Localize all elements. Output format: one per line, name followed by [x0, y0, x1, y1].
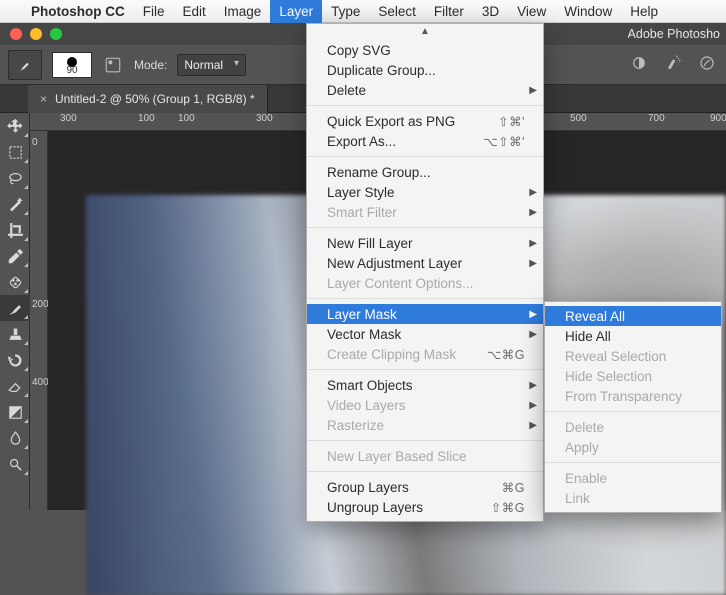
tools-panel: [0, 113, 30, 510]
menu-item-new-layer-based-slice: New Layer Based Slice: [307, 446, 543, 466]
submenu-arrow-icon: ▶: [529, 207, 537, 218]
submenu-arrow-icon: ▶: [529, 309, 537, 320]
document-tab-title: Untitled-2 @ 50% (Group 1, RGB/8) *: [55, 92, 255, 106]
menu-item-layer-style[interactable]: Layer Style▶: [307, 182, 543, 202]
zoom-window-button[interactable]: [50, 28, 62, 40]
menu-view[interactable]: View: [508, 0, 555, 23]
marquee-tool[interactable]: [0, 139, 30, 165]
vertical-ruler: 0 200 400: [30, 131, 48, 510]
menu-item-video-layers: Video Layers▶: [307, 395, 543, 415]
crop-tool[interactable]: [0, 217, 30, 243]
menu-type[interactable]: Type: [322, 0, 369, 23]
submenu-item-apply: Apply: [545, 437, 721, 457]
eyedropper-tool[interactable]: [0, 243, 30, 269]
submenu-arrow-icon: ▶: [529, 238, 537, 249]
submenu-item-enable: Enable: [545, 468, 721, 488]
menu-select[interactable]: Select: [369, 0, 425, 23]
submenu-item-link: Link: [545, 488, 721, 508]
lasso-tool[interactable]: [0, 165, 30, 191]
menu-item-create-clipping-mask: Create Clipping Mask⌥⌘G: [307, 344, 543, 364]
move-tool[interactable]: [0, 113, 30, 139]
pressure-size-icon[interactable]: [698, 54, 716, 75]
menu-item-layer-mask[interactable]: Layer Mask▶: [307, 304, 543, 324]
submenu-item-hide-all[interactable]: Hide All: [545, 326, 721, 346]
window-title: Adobe Photosho: [628, 27, 726, 41]
submenu-arrow-icon: ▶: [529, 85, 537, 96]
menu-item-copy-svg[interactable]: Copy SVG: [307, 40, 543, 60]
menu-item-new-fill-layer[interactable]: New Fill Layer▶: [307, 233, 543, 253]
menu-item-quick-export-png[interactable]: Quick Export as PNG⇧⌘': [307, 111, 543, 131]
menu-layer[interactable]: Layer: [270, 0, 322, 23]
healing-brush-tool[interactable]: [0, 269, 30, 295]
submenu-arrow-icon: ▶: [529, 329, 537, 340]
macos-menubar: Photoshop CC File Edit Image Layer Type …: [0, 0, 726, 23]
menu-item-group-layers[interactable]: Group Layers⌘G: [307, 477, 543, 497]
clone-stamp-tool[interactable]: [0, 321, 30, 347]
submenu-item-from-transparency: From Transparency: [545, 386, 721, 406]
submenu-item-delete: Delete: [545, 417, 721, 437]
menu-3d[interactable]: 3D: [473, 0, 508, 23]
close-window-button[interactable]: [10, 28, 22, 40]
menu-item-duplicate-group[interactable]: Duplicate Group...: [307, 60, 543, 80]
history-brush-tool[interactable]: [0, 347, 30, 373]
gradient-tool[interactable]: [0, 399, 30, 425]
airbrush-icon[interactable]: [664, 54, 682, 75]
menu-window[interactable]: Window: [555, 0, 621, 23]
blend-mode-select[interactable]: Normal: [177, 54, 246, 76]
brush-preset-button[interactable]: 90: [52, 52, 92, 78]
submenu-item-reveal-selection: Reveal Selection: [545, 346, 721, 366]
layer-menu: ▲ Copy SVG Duplicate Group... Delete▶ Qu…: [306, 23, 544, 522]
brush-tool[interactable]: [0, 295, 30, 321]
menu-item-layer-content-options: Layer Content Options...: [307, 273, 543, 293]
brush-size-label: 90: [66, 65, 77, 76]
submenu-arrow-icon: ▶: [529, 420, 537, 431]
document-tab[interactable]: × Untitled-2 @ 50% (Group 1, RGB/8) *: [28, 85, 268, 113]
magic-wand-tool[interactable]: [0, 191, 30, 217]
blur-tool[interactable]: [0, 425, 30, 451]
submenu-arrow-icon: ▶: [529, 187, 537, 198]
menu-item-smart-filter: Smart Filter▶: [307, 202, 543, 222]
tool-preset-button[interactable]: [8, 50, 42, 80]
menu-item-smart-objects[interactable]: Smart Objects▶: [307, 375, 543, 395]
menu-item-delete[interactable]: Delete▶: [307, 80, 543, 100]
layer-mask-submenu: Reveal All Hide All Reveal Selection Hid…: [544, 301, 722, 513]
menu-scroll-up-icon[interactable]: ▲: [307, 28, 543, 40]
menu-item-rasterize: Rasterize▶: [307, 415, 543, 435]
menu-filter[interactable]: Filter: [425, 0, 473, 23]
menu-item-ungroup-layers[interactable]: Ungroup Layers⇧⌘G: [307, 497, 543, 517]
menu-file[interactable]: File: [134, 0, 174, 23]
pressure-opacity-icon[interactable]: [630, 54, 648, 75]
submenu-item-hide-selection: Hide Selection: [545, 366, 721, 386]
app-name[interactable]: Photoshop CC: [22, 4, 134, 19]
submenu-item-reveal-all[interactable]: Reveal All: [545, 306, 721, 326]
mode-label: Mode:: [134, 58, 167, 72]
submenu-arrow-icon: ▶: [529, 258, 537, 269]
menu-item-rename-group[interactable]: Rename Group...: [307, 162, 543, 182]
minimize-window-button[interactable]: [30, 28, 42, 40]
menu-edit[interactable]: Edit: [174, 0, 215, 23]
close-tab-icon[interactable]: ×: [40, 92, 47, 106]
brush-panel-icon[interactable]: [102, 54, 124, 76]
submenu-arrow-icon: ▶: [529, 400, 537, 411]
menu-help[interactable]: Help: [621, 0, 667, 23]
menu-item-new-adjustment-layer[interactable]: New Adjustment Layer▶: [307, 253, 543, 273]
menu-item-export-as[interactable]: Export As...⌥⇧⌘': [307, 131, 543, 151]
eraser-tool[interactable]: [0, 373, 30, 399]
dodge-tool[interactable]: [0, 451, 30, 477]
menu-item-vector-mask[interactable]: Vector Mask▶: [307, 324, 543, 344]
menu-image[interactable]: Image: [215, 0, 271, 23]
submenu-arrow-icon: ▶: [529, 380, 537, 391]
